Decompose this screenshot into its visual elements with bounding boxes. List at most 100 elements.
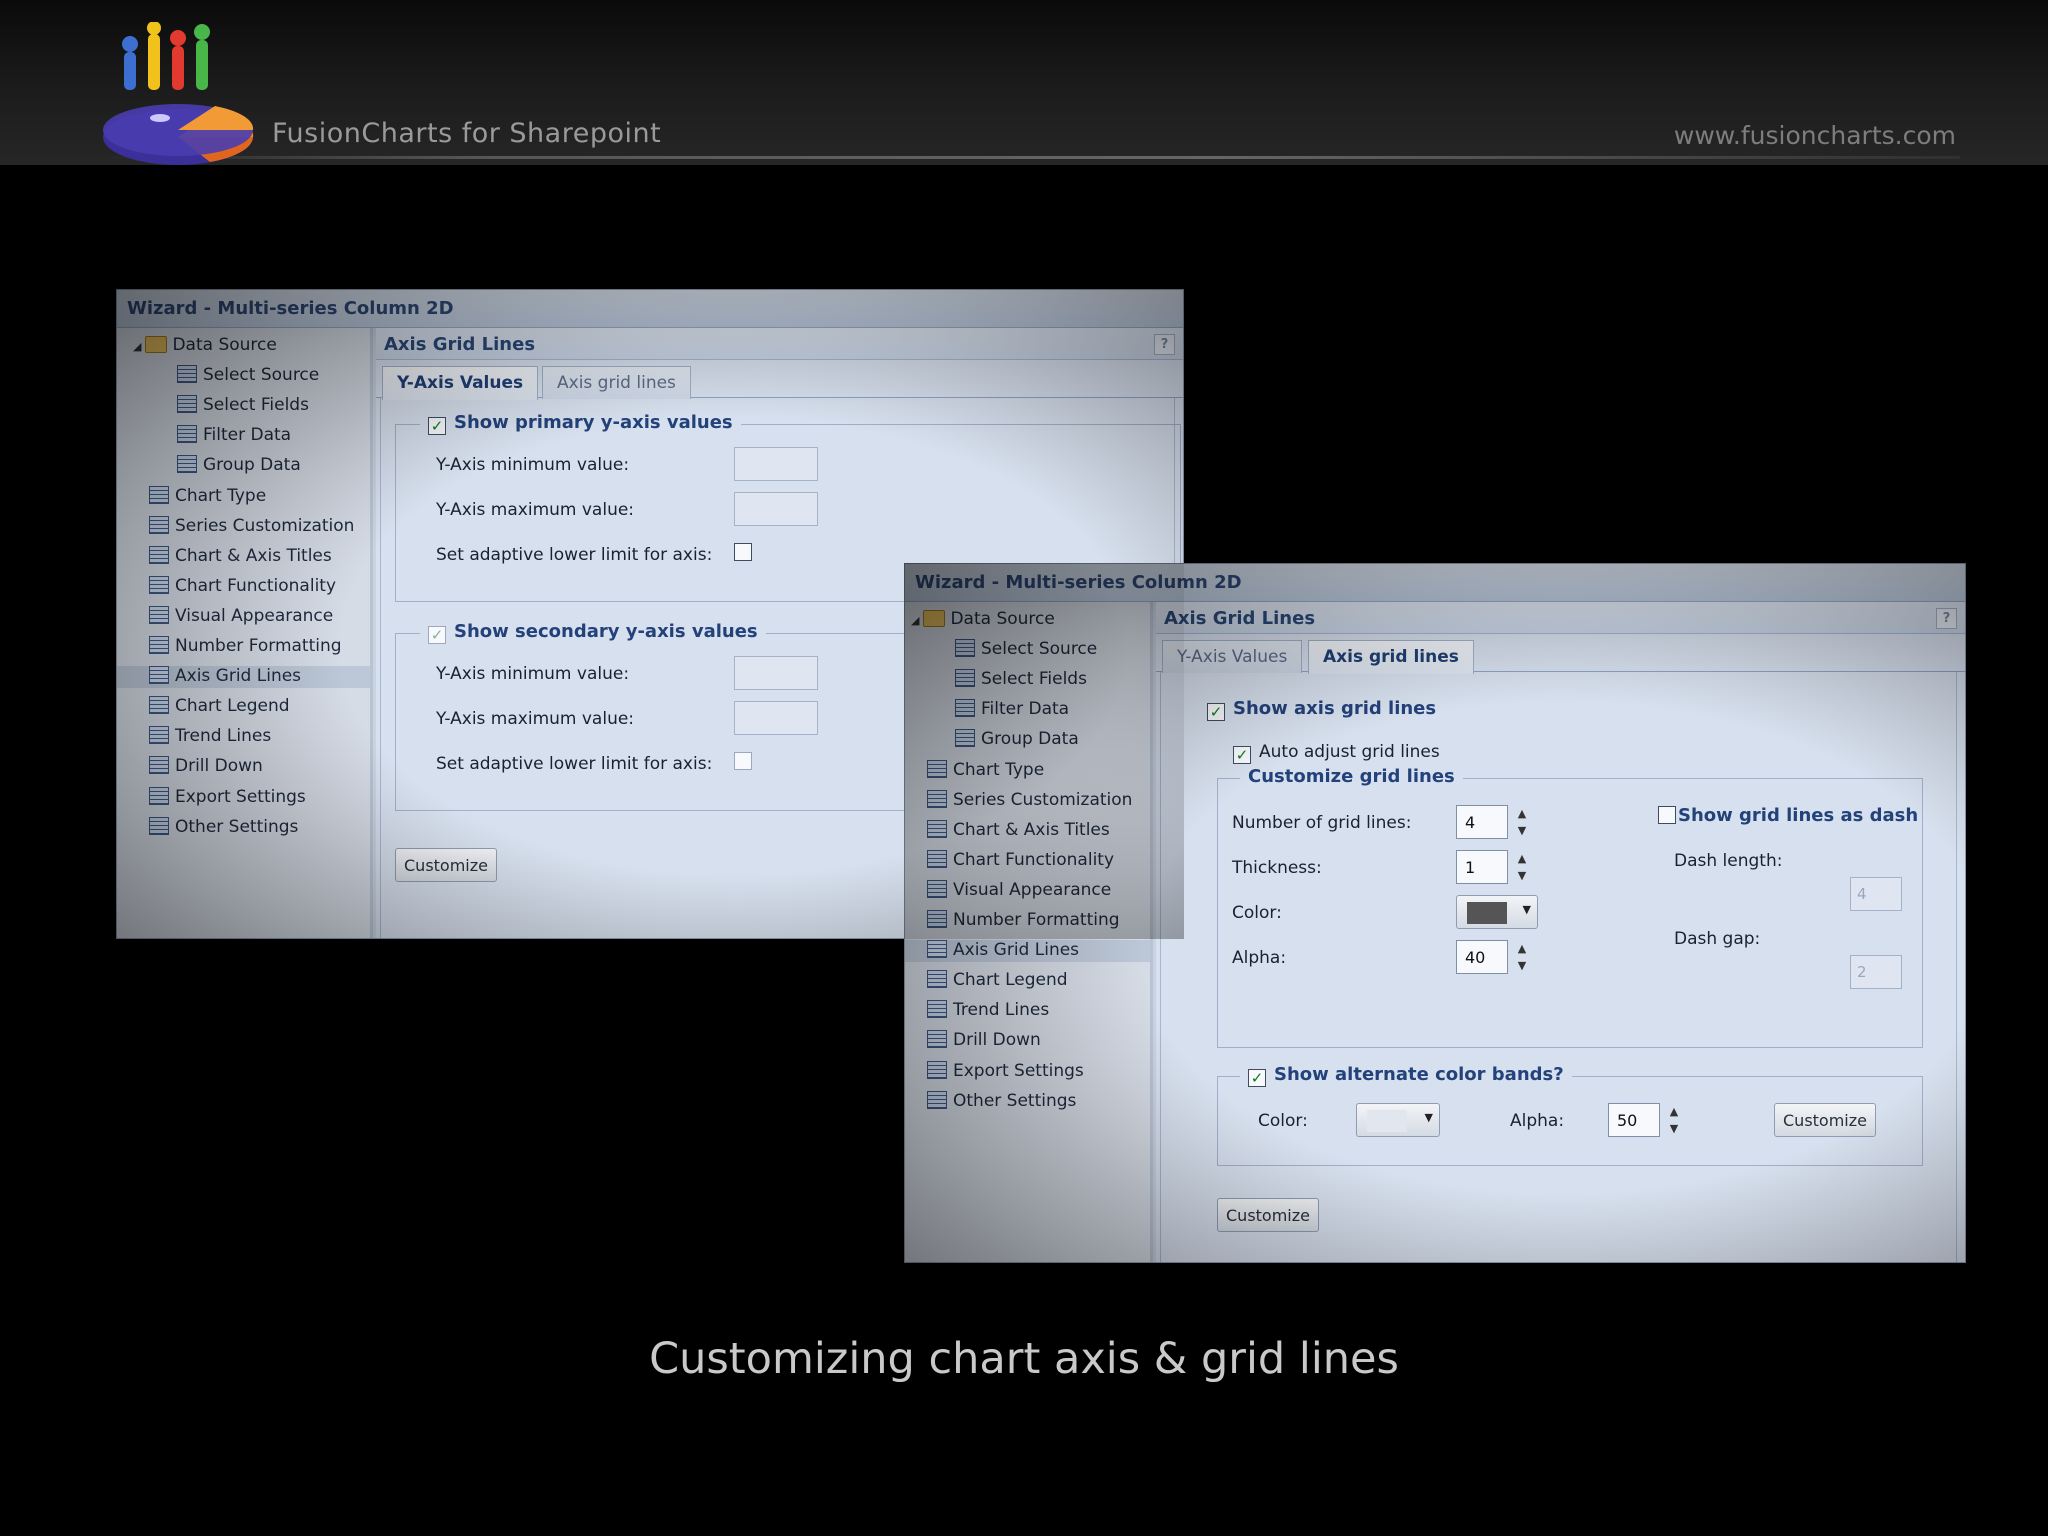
sidebar-item-label: Drill Down — [953, 1030, 1041, 1051]
sidebar-item[interactable]: Select Fields — [117, 395, 370, 417]
expand-arrow-icon[interactable]: ◢ — [133, 340, 141, 353]
wizard-sidebar: ◢ Data Source Select Source Select Fields Fi… — [117, 328, 373, 938]
sidebar-item[interactable]: Chart & Axis Titles — [905, 819, 1150, 842]
secondary-max-input[interactable] — [734, 701, 818, 735]
chevron-down-icon[interactable]: ▼ — [1510, 867, 1534, 884]
sidebar-item-label: Trend Lines — [175, 726, 272, 747]
thickness-input[interactable]: 1 — [1456, 850, 1508, 884]
help-icon[interactable]: ? — [1936, 608, 1957, 629]
sidebar-item[interactable]: Chart Legend — [905, 970, 1150, 992]
sidebar-item[interactable]: Visual Appearance — [117, 605, 370, 628]
form-icon — [149, 485, 169, 504]
form-icon — [927, 1090, 947, 1109]
sidebar-item[interactable]: Chart Type — [905, 759, 1150, 782]
grid-color-picker[interactable]: ▼ — [1456, 895, 1538, 929]
chevron-up-icon[interactable]: ▲ — [1662, 1103, 1686, 1120]
chevron-down-icon[interactable]: ▼ — [1510, 957, 1534, 974]
sidebar-item[interactable]: Filter Data — [117, 425, 370, 447]
color-bands-group: ✓ Show alternate color bands? Color: ▼ Al… — [1217, 1064, 1923, 1166]
chevron-down-icon[interactable]: ▼ — [1510, 822, 1534, 839]
primary-y-axis-checkbox[interactable]: ✓ — [428, 417, 446, 435]
sidebar-item-label: Chart & Axis Titles — [953, 819, 1110, 840]
bands-customize-button[interactable]: Customize — [1774, 1103, 1876, 1137]
y-axis-max-input[interactable] — [734, 492, 818, 526]
thickness-label: Thickness: — [1232, 858, 1322, 878]
dash-checkbox[interactable] — [1658, 806, 1676, 824]
expand-arrow-icon[interactable]: ◢ — [911, 614, 919, 627]
sidebar-item-label: Select Source — [981, 639, 1098, 660]
chevron-up-icon[interactable]: ▲ — [1510, 940, 1534, 957]
sidebar-item[interactable]: Chart Functionality — [117, 575, 370, 598]
form-icon — [927, 849, 947, 868]
sidebar-item[interactable]: Group Data — [117, 455, 370, 477]
customize-button[interactable]: Customize — [1217, 1198, 1319, 1232]
color-bands-checkbox[interactable]: ✓ — [1248, 1069, 1266, 1087]
sidebar-item[interactable]: Export Settings — [905, 1060, 1150, 1083]
sidebar-item[interactable]: Select Source — [117, 365, 370, 387]
form-icon — [177, 425, 197, 444]
sidebar-item[interactable]: Chart Functionality — [905, 849, 1150, 872]
sidebar-item[interactable]: Series Customization — [117, 515, 370, 538]
sidebar-item[interactable]: Export Settings — [117, 786, 370, 809]
secondary-adaptive-checkbox[interactable] — [734, 752, 752, 770]
help-icon[interactable]: ? — [1154, 334, 1175, 355]
sidebar-item[interactable]: Series Customization — [905, 789, 1150, 812]
bands-alpha-stepper[interactable]: ▲ ▼ — [1662, 1103, 1686, 1137]
sidebar-item[interactable]: Filter Data — [905, 699, 1150, 721]
num-lines-input[interactable]: 4 — [1456, 805, 1508, 839]
auto-adjust-checkbox[interactable]: ✓ — [1233, 746, 1251, 764]
wizard-title: Wizard - Multi-series Column 2D — [117, 290, 1183, 328]
sidebar-item[interactable]: Number Formatting — [905, 910, 1150, 932]
customize-grid-group: Customize grid lines Number of grid line… — [1217, 766, 1923, 1048]
sidebar-item[interactable]: Drill Down — [905, 1030, 1150, 1052]
sidebar-item[interactable]: Trend Lines — [117, 726, 370, 748]
customize-button[interactable]: Customize — [395, 848, 497, 882]
secondary-y-axis-checkbox[interactable]: ✓ — [428, 626, 446, 644]
sidebar-item[interactable]: Select Fields — [905, 669, 1150, 691]
sidebar-item-label: Export Settings — [175, 786, 306, 807]
tab-y-axis-values[interactable]: Y-Axis Values — [382, 366, 539, 400]
sidebar-item[interactable]: Axis Grid Lines — [905, 940, 1150, 963]
sidebar-item-label: Chart Type — [953, 759, 1045, 780]
sidebar-item[interactable]: Drill Down — [117, 756, 370, 778]
tab-strip: Y-Axis Values Axis grid lines — [376, 360, 1183, 400]
sidebar-item-label: Visual Appearance — [953, 879, 1112, 900]
sidebar-item[interactable]: Other Settings — [117, 816, 370, 839]
dash-gap-input[interactable]: 2 — [1850, 955, 1902, 989]
sidebar-item[interactable]: ◢ Data Source — [117, 335, 370, 357]
sidebar-item[interactable]: Chart Legend — [117, 696, 370, 718]
wizard-title: Wizard - Multi-series Column 2D — [905, 564, 1965, 602]
tab-y-axis-values[interactable]: Y-Axis Values — [1162, 640, 1303, 673]
show-grid-checkbox[interactable]: ✓ — [1207, 703, 1225, 721]
bands-color-picker[interactable]: ▼ — [1356, 1103, 1440, 1137]
sidebar-item[interactable]: Number Formatting — [117, 636, 370, 658]
bands-alpha-input[interactable]: 50 — [1608, 1103, 1660, 1137]
y-axis-min-input[interactable] — [734, 447, 818, 481]
auto-adjust-row: ✓ Auto adjust grid lines — [1233, 742, 1440, 764]
sidebar-item[interactable]: Axis Grid Lines — [117, 666, 370, 689]
tab-axis-grid-lines[interactable]: Axis grid lines — [1308, 640, 1474, 674]
dash-length-input[interactable]: 4 — [1850, 877, 1902, 911]
form-icon — [149, 726, 169, 745]
chevron-up-icon[interactable]: ▲ — [1510, 850, 1534, 867]
sidebar-item[interactable]: Select Source — [905, 639, 1150, 661]
sidebar-item[interactable]: Group Data — [905, 729, 1150, 751]
sidebar-item[interactable]: Trend Lines — [905, 1000, 1150, 1022]
form-icon — [927, 879, 947, 898]
tab-axis-grid-lines[interactable]: Axis grid lines — [542, 366, 691, 399]
chevron-up-icon[interactable]: ▲ — [1510, 805, 1534, 822]
alpha-input[interactable]: 40 — [1456, 940, 1508, 974]
adaptive-limit-checkbox[interactable] — [734, 543, 752, 561]
secondary-min-input[interactable] — [734, 656, 818, 690]
thickness-stepper[interactable]: ▲ ▼ — [1510, 850, 1534, 884]
sidebar-item[interactable]: Chart Type — [117, 485, 370, 508]
sidebar-item[interactable]: Visual Appearance — [905, 879, 1150, 902]
sidebar-item[interactable]: Chart & Axis Titles — [117, 545, 370, 568]
sidebar-item[interactable]: Other Settings — [905, 1090, 1150, 1113]
site-url[interactable]: www.fusioncharts.com — [1674, 121, 1956, 150]
num-lines-stepper[interactable]: ▲ ▼ — [1510, 805, 1534, 839]
chevron-down-icon[interactable]: ▼ — [1662, 1120, 1686, 1137]
alpha-stepper[interactable]: ▲ ▼ — [1510, 940, 1534, 974]
sidebar-item-label: Select Fields — [203, 395, 309, 416]
sidebar-item[interactable]: ◢ Data Source — [905, 609, 1150, 631]
